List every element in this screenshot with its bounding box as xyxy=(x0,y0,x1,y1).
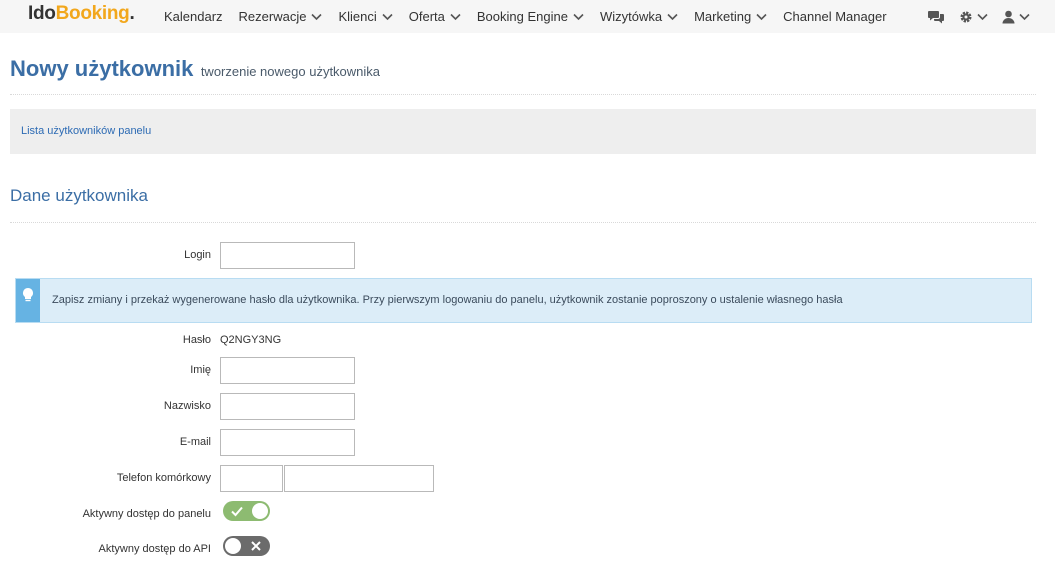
chevron-down-icon xyxy=(977,13,988,20)
user-list-link[interactable]: Lista użytkowników panelu xyxy=(21,125,151,137)
chat-icon xyxy=(928,10,944,23)
nav-item-booking-engine[interactable]: Booking Engine xyxy=(477,9,584,24)
nav-item-label: Kalendarz xyxy=(164,9,223,24)
nav-item-kalendarz[interactable]: Kalendarz xyxy=(164,9,223,24)
toggle-knob xyxy=(252,503,268,519)
page-title-main: Nowy użytkownik xyxy=(10,56,194,81)
breadcrumb: Lista użytkowników panelu xyxy=(10,109,1036,154)
first-name-label: Imię xyxy=(190,364,211,376)
chevron-down-icon xyxy=(573,13,584,20)
nav-item-label: Booking Engine xyxy=(476,9,568,24)
nav-item-wizytowka[interactable]: Wizytówka xyxy=(600,9,678,24)
chevron-down-icon xyxy=(667,13,678,20)
gear-icon xyxy=(960,11,972,22)
nav-item-channel-manager[interactable]: Channel Manager xyxy=(783,9,886,24)
nav-item-rezerwacje[interactable]: Rezerwacje xyxy=(239,9,323,24)
nav-item-label: Oferta xyxy=(408,9,445,24)
panel-access-label: Aktywny dostęp do panelu xyxy=(82,508,211,520)
nav-item-label: Klienci xyxy=(338,9,377,24)
main-menu: Kalendarz Rezerwacje Klienci Oferta Book… xyxy=(164,0,903,33)
logo-text-ido: Ido xyxy=(28,3,56,24)
last-name-input[interactable] xyxy=(220,393,355,420)
phone-prefix-input[interactable] xyxy=(220,465,283,492)
password-label: Hasło xyxy=(182,334,211,346)
api-access-label: Aktywny dostęp do API xyxy=(98,543,211,555)
nav-item-label: Marketing xyxy=(694,9,752,24)
email-label: E-mail xyxy=(179,436,211,448)
close-icon xyxy=(251,541,261,551)
divider xyxy=(10,222,1036,223)
alert-text: Zapisz zmiany i przekaż wygenerowane has… xyxy=(52,294,843,306)
login-input[interactable] xyxy=(220,242,355,269)
login-label: Login xyxy=(184,249,211,261)
api-access-toggle[interactable] xyxy=(223,536,270,556)
check-icon xyxy=(231,506,243,517)
nav-item-klienci[interactable]: Klienci xyxy=(338,9,393,24)
nav-item-marketing[interactable]: Marketing xyxy=(694,9,767,24)
page-subtitle: tworzenie nowego użytkownika xyxy=(200,64,381,79)
section-title: Dane użytkownika xyxy=(10,186,148,205)
user-menu-button[interactable] xyxy=(1002,10,1030,24)
chevron-down-icon xyxy=(756,13,767,20)
last-name-label: Nazwisko xyxy=(163,400,211,412)
page-title: Nowy użytkownik tworzenie nowego użytkow… xyxy=(10,56,380,82)
divider xyxy=(10,94,1036,95)
chevron-down-icon xyxy=(311,13,323,20)
phone-number-input[interactable] xyxy=(284,465,434,492)
chevron-down-icon xyxy=(450,13,461,20)
logo-text-booking: Booking xyxy=(55,3,130,24)
first-name-input[interactable] xyxy=(220,357,355,384)
settings-menu-button[interactable] xyxy=(959,10,988,24)
top-navbar: IdoBooking. Kalendarz Rezerwacje Klienci… xyxy=(0,0,1055,33)
user-icon xyxy=(1002,10,1015,23)
generated-password: Q2NGY3NG xyxy=(220,334,282,346)
nav-item-label: Wizytówka xyxy=(599,9,663,24)
info-alert: Zapisz zmiany i przekaż wygenerowane has… xyxy=(15,278,1032,323)
email-input[interactable] xyxy=(220,429,355,456)
logo-text-dot: . xyxy=(129,3,135,24)
messages-button[interactable] xyxy=(928,10,945,24)
lightbulb-icon xyxy=(23,288,33,302)
toggle-knob xyxy=(225,538,241,554)
nav-item-label: Channel Manager xyxy=(783,9,887,24)
panel-access-toggle[interactable] xyxy=(223,501,270,521)
nav-item-oferta[interactable]: Oferta xyxy=(409,9,461,24)
chevron-down-icon xyxy=(382,13,393,20)
nav-item-label: Rezerwacje xyxy=(238,9,307,24)
idobooking-logo[interactable]: IdoBooking. xyxy=(28,3,135,25)
nav-right-icons xyxy=(914,0,1030,33)
chevron-down-icon xyxy=(1019,13,1030,20)
alert-icon-bar xyxy=(16,279,40,322)
phone-label: Telefon komórkowy xyxy=(116,472,211,484)
